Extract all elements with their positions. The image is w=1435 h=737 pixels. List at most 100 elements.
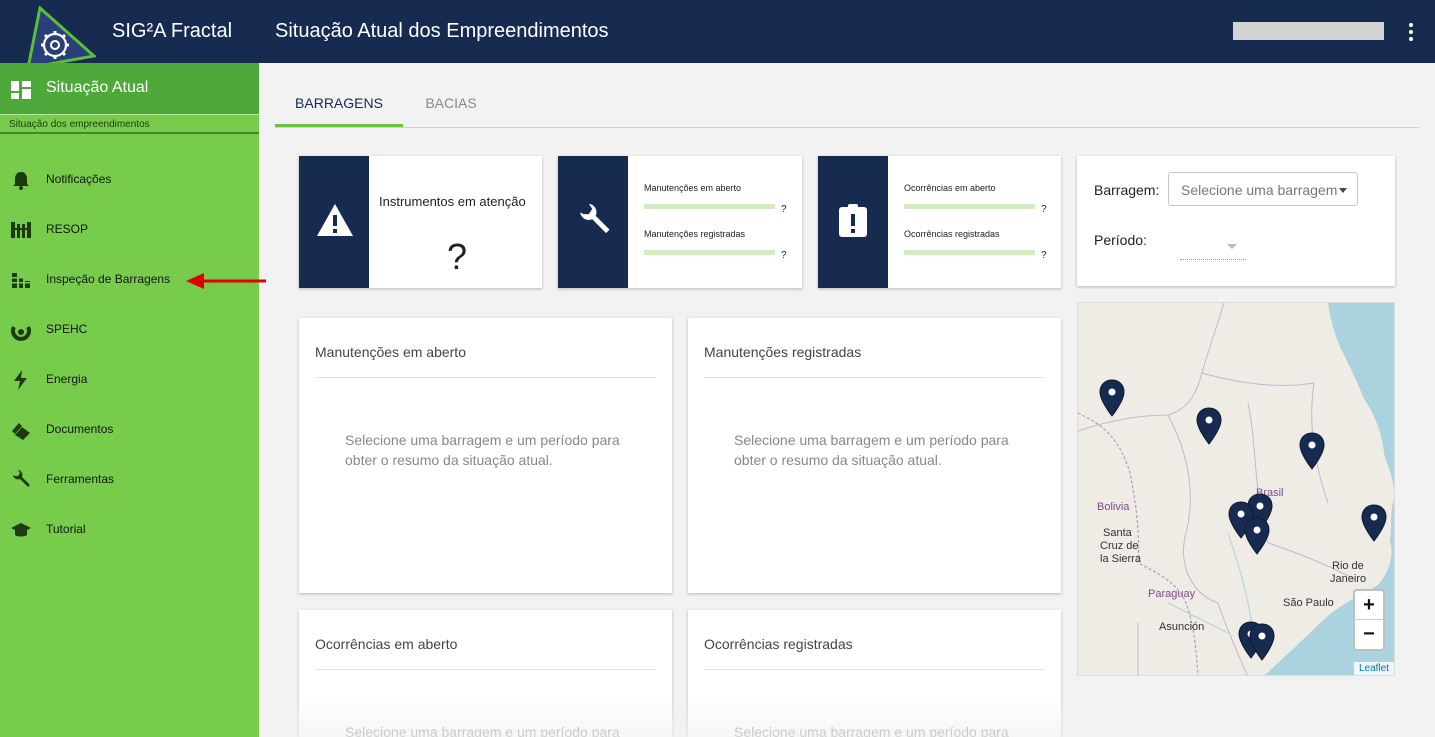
summary-empty-message: Selecione uma barragem e um período para…	[734, 724, 1009, 737]
manutencoes-registradas-label: Manutenções registradas	[644, 229, 746, 239]
dam-grid-icon	[11, 222, 31, 238]
manutencoes-registradas-value: ?	[781, 250, 787, 261]
zoom-in-button[interactable]: +	[1355, 591, 1383, 620]
instrumentos-card: Instrumentos em atenção ?	[299, 156, 542, 288]
map-label-santa-cruz-2: Cruz de	[1100, 540, 1139, 552]
red-annotation-arrow	[186, 273, 266, 289]
map-label-santa-cruz-1: Santa	[1103, 527, 1132, 539]
ocorrencias-aberto-bar	[904, 204, 1035, 209]
barragem-label: Barragem:	[1094, 182, 1160, 198]
sidebar-item-label: Ferramentas	[46, 472, 115, 486]
alert-clipboard-icon	[839, 204, 867, 237]
map-marker[interactable]	[1196, 407, 1222, 445]
divider	[315, 669, 656, 670]
top-app-bar: SIG²A Fractal Situação Atual dos Empreen…	[0, 0, 1435, 70]
map-label-santa-cruz-3: la Sierra	[1100, 553, 1141, 565]
dam-inspection-icon	[12, 273, 30, 288]
map-label-sao-paulo: São Paulo	[1283, 597, 1334, 609]
alert-clipboard-icon-box	[818, 156, 888, 288]
sidebar-item-documentos[interactable]: Documentos	[0, 412, 259, 446]
page-title: Situação Atual dos Empreendimentos	[275, 20, 609, 42]
sidebar-item-resop[interactable]: RESOP	[0, 212, 259, 246]
app-name: SIG²A Fractal	[112, 20, 233, 42]
sidebar-item-label: SPEHC	[46, 322, 88, 336]
summary-card-manutencoes-aberto: Manutenções em aberto Selecione uma barr…	[299, 318, 672, 593]
wrench-icon	[580, 203, 610, 234]
sidebar-item-label: Documentos	[46, 422, 114, 436]
ocorrencias-registradas-label: Ocorrências registradas	[904, 229, 1000, 239]
dam-location-map[interactable]: Bolivia Santa Cruz de la Sierra Brasil P…	[1077, 302, 1395, 676]
lightning-icon	[14, 370, 27, 390]
divider	[704, 669, 1045, 670]
sidebar-item-label: Inspeção de Barragens	[46, 272, 171, 286]
map-label-asuncion: Asunción	[1159, 621, 1205, 633]
map-marker[interactable]	[1249, 623, 1275, 661]
map-marker[interactable]	[1099, 379, 1125, 417]
sidebar-subtitle: Situação dos empreendimentos	[9, 119, 150, 130]
map-zoom-control: + −	[1353, 589, 1385, 651]
barragem-select-value: Selecione uma barragem	[1181, 182, 1338, 198]
graduation-cap-icon	[11, 523, 31, 537]
periodo-label: Período:	[1094, 232, 1147, 248]
sidebar-header[interactable]: Situação Atual	[0, 63, 259, 114]
map-basemap	[1078, 303, 1394, 675]
summary-title: Ocorrências registradas	[704, 636, 853, 652]
summary-title: Manutenções registradas	[704, 344, 862, 360]
user-name-redacted[interactable]	[1233, 22, 1384, 40]
sidebar-item-tutorial[interactable]: Tutorial	[0, 512, 259, 546]
leaflet-attribution-link[interactable]: Leaflet	[1353, 662, 1394, 675]
map-label-rio-1: Rio de	[1332, 560, 1364, 572]
map-label-bolivia: Bolivia	[1097, 501, 1130, 513]
barragem-select[interactable]: Selecione uma barragem	[1168, 172, 1358, 206]
map-marker[interactable]	[1244, 517, 1270, 555]
filter-card: Barragem: Selecione uma barragem Período…	[1077, 156, 1395, 286]
zoom-out-button[interactable]: −	[1355, 620, 1383, 649]
summary-title: Ocorrências em aberto	[315, 636, 458, 652]
wrench-icon	[13, 470, 30, 487]
summary-title: Manutenções em aberto	[315, 344, 466, 360]
sidebar: Situação Atual Situação dos empreendimen…	[0, 63, 259, 737]
summary-empty-message: Selecione uma barragem e um período para…	[345, 432, 620, 468]
map-label-rio-2: Janeiro	[1330, 573, 1367, 585]
ocorrencias-card: Ocorrências em aberto ? Ocorrências regi…	[818, 156, 1061, 288]
instrumentos-value: ?	[447, 236, 468, 277]
tab-bar: BARRAGENS BACIAS	[275, 81, 1419, 128]
sidebar-item-label: RESOP	[46, 222, 89, 236]
summary-card-ocorrencias-registradas: Ocorrências registradas Selecione uma ba…	[688, 610, 1061, 737]
summary-empty-message: Selecione uma barragem e um período para…	[345, 724, 620, 737]
manutencoes-card: Manutenções em aberto ? Manutenções regi…	[558, 156, 802, 288]
sidebar-subtitle-bar: Situação dos empreendimentos	[0, 114, 259, 134]
more-vertical-icon[interactable]	[1403, 20, 1419, 44]
manutencoes-registradas-bar	[644, 250, 775, 255]
sidebar-item-notificacoes[interactable]: Notificações	[0, 162, 259, 196]
periodo-select[interactable]	[1180, 236, 1246, 260]
wrench-icon-box	[558, 156, 628, 288]
sidebar-item-ferramentas[interactable]: Ferramentas	[0, 462, 259, 496]
sidebar-item-label: Tutorial	[46, 522, 86, 536]
sidebar-title: Situação Atual	[46, 79, 149, 96]
summary-card-ocorrencias-aberto: Ocorrências em aberto Selecione uma barr…	[299, 610, 672, 737]
ocorrencias-aberto-value: ?	[1041, 204, 1047, 215]
warning-icon-box	[299, 156, 369, 288]
map-marker[interactable]	[1361, 504, 1387, 542]
summary-card-manutencoes-registradas: Manutenções registradas Selecione uma ba…	[688, 318, 1061, 593]
manutencoes-aberto-value: ?	[781, 204, 787, 215]
instrumentos-title: Instrumentos em atenção	[379, 194, 526, 209]
gear-triangle-logo[interactable]	[26, 6, 96, 70]
map-marker[interactable]	[1299, 432, 1325, 470]
sidebar-item-energia[interactable]: Energia	[0, 362, 259, 396]
manutencoes-aberto-bar	[644, 204, 775, 209]
sidebar-item-label: Energia	[46, 372, 88, 386]
ocorrencias-registradas-bar	[904, 250, 1035, 255]
dashboard-icon	[11, 81, 31, 99]
tab-bacias[interactable]: BACIAS	[403, 81, 499, 127]
ocorrencias-registradas-value: ?	[1041, 250, 1047, 261]
chevron-down-icon	[1339, 188, 1347, 193]
manutencoes-aberto-label: Manutenções em aberto	[644, 183, 742, 193]
hydro-icon	[11, 326, 31, 341]
summary-empty-message: Selecione uma barragem e um período para…	[734, 432, 1009, 468]
bell-icon	[13, 172, 29, 190]
divider	[315, 377, 656, 378]
tab-barragens[interactable]: BARRAGENS	[275, 81, 403, 127]
sidebar-item-spehc[interactable]: SPEHC	[0, 312, 259, 346]
